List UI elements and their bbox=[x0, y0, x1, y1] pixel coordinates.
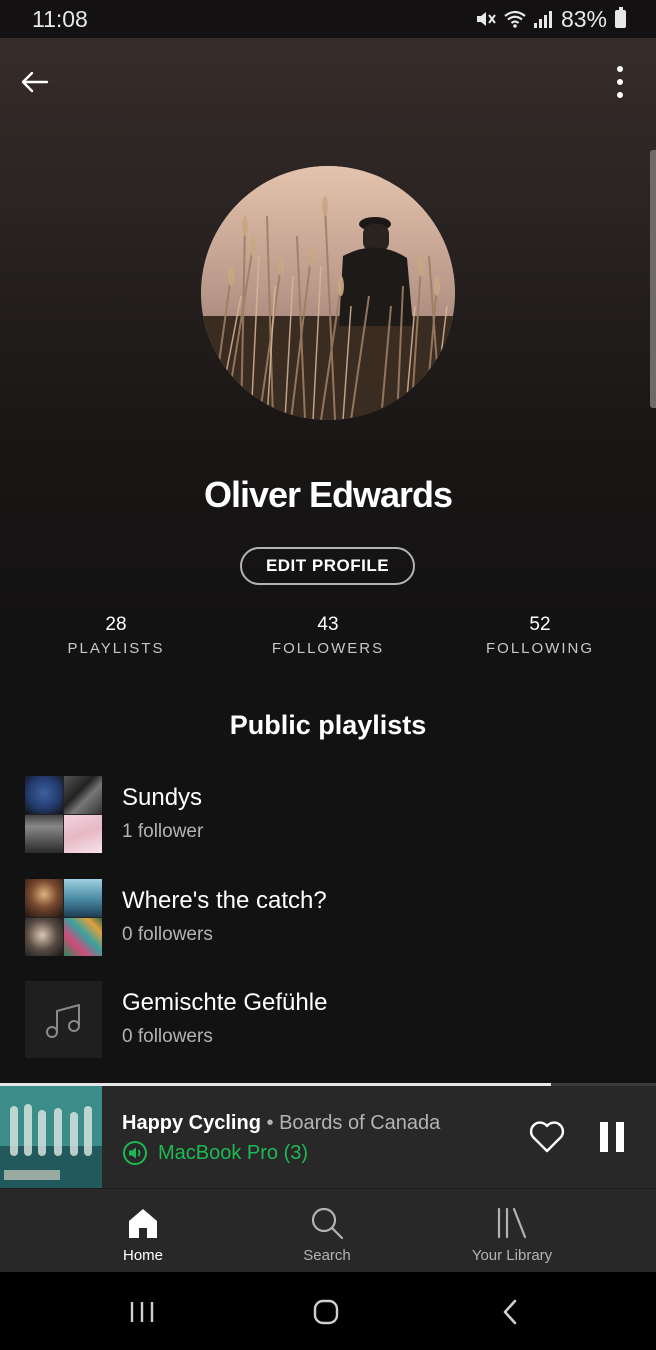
nav-label: Your Library bbox=[471, 1247, 553, 1264]
connected-device[interactable]: MacBook Pro (3) bbox=[122, 1140, 308, 1166]
bottom-nav: Home Search Your Library bbox=[0, 1188, 656, 1273]
avatar-photo bbox=[201, 166, 455, 420]
track-artist: Boards of Canada bbox=[279, 1112, 441, 1134]
profile-name: Oliver Edwards bbox=[203, 474, 453, 515]
stat-label: PLAYLISTS bbox=[67, 640, 165, 657]
heart-icon bbox=[529, 1121, 565, 1153]
stat-playlists[interactable]: 28 PLAYLISTS bbox=[16, 614, 216, 657]
like-button[interactable] bbox=[528, 1118, 566, 1156]
battery-percent: 83% bbox=[560, 5, 607, 32]
search-icon bbox=[307, 1203, 347, 1243]
playlist-cover bbox=[25, 879, 102, 956]
track-separator: • bbox=[266, 1112, 274, 1134]
chevron-left-icon bbox=[503, 1299, 517, 1325]
playlist-followers: 0 followers bbox=[122, 1026, 213, 1047]
playlist-item[interactable]: Sundys 1 follower bbox=[0, 776, 656, 856]
pause-icon bbox=[600, 1122, 608, 1152]
profile-screen: 11:08 83% Oliver Edwards EDIT PROFILE 28… bbox=[0, 0, 656, 1350]
playlist-item[interactable]: Where's the catch? 0 followers bbox=[0, 879, 656, 959]
profile-avatar[interactable] bbox=[201, 166, 455, 420]
top-bar bbox=[0, 50, 656, 114]
playlist-cover bbox=[25, 981, 102, 1058]
wifi-icon bbox=[504, 10, 526, 28]
home-circle-icon bbox=[313, 1299, 339, 1325]
stat-label: FOLLOWERS bbox=[271, 640, 385, 657]
recents-button[interactable] bbox=[122, 1292, 162, 1332]
nav-search[interactable]: Search bbox=[247, 1189, 407, 1273]
battery-icon bbox=[615, 7, 626, 28]
device-name: MacBook Pro (3) bbox=[158, 1141, 309, 1164]
recents-icon bbox=[130, 1302, 154, 1322]
home-system-button[interactable] bbox=[306, 1292, 346, 1332]
status-time: 11:08 bbox=[32, 5, 88, 32]
nav-label: Home bbox=[122, 1247, 163, 1264]
playlist-followers: 0 followers bbox=[122, 924, 213, 945]
now-playing-bar[interactable]: Happy Cycling • Boards of Canada MacBook… bbox=[0, 1086, 656, 1188]
arrow-left-icon bbox=[21, 71, 49, 93]
stat-value: 52 bbox=[529, 614, 551, 635]
scroll-indicator[interactable] bbox=[650, 150, 656, 408]
playlist-name: Gemischte Gefühle bbox=[122, 989, 328, 1016]
mute-icon bbox=[476, 12, 496, 26]
nav-label: Search bbox=[303, 1247, 351, 1264]
playlist-followers: 1 follower bbox=[122, 821, 204, 842]
profile-stats: 28 PLAYLISTS 43 FOLLOWERS 52 FOLLOWING bbox=[0, 614, 656, 664]
playlist-item[interactable]: Gemischte Gefühle 0 followers bbox=[0, 981, 656, 1061]
status-bar: 11:08 83% bbox=[0, 0, 656, 38]
stat-value: 28 bbox=[105, 614, 127, 635]
more-vertical-icon bbox=[617, 66, 623, 98]
track-title: Happy Cycling bbox=[122, 1112, 261, 1134]
pause-icon bbox=[616, 1122, 624, 1152]
back-button[interactable] bbox=[14, 62, 54, 102]
stat-label: FOLLOWING bbox=[485, 640, 594, 657]
playlist-name: Sundys bbox=[122, 784, 203, 811]
playlist-cover bbox=[25, 776, 102, 853]
now-playing-artwork bbox=[0, 1086, 102, 1188]
signal-icon bbox=[533, 11, 552, 28]
speaker-icon bbox=[123, 1141, 147, 1165]
library-icon bbox=[492, 1203, 532, 1243]
pause-button[interactable] bbox=[595, 1118, 629, 1156]
stat-following[interactable]: 52 FOLLOWING bbox=[440, 614, 640, 657]
playlist-name: Where's the catch? bbox=[122, 887, 327, 914]
stat-value: 43 bbox=[317, 614, 339, 635]
music-note-icon bbox=[45, 1003, 80, 1038]
nav-home[interactable]: Home bbox=[63, 1189, 223, 1273]
home-icon bbox=[123, 1203, 163, 1243]
edit-profile-button[interactable]: EDIT PROFILE bbox=[240, 547, 415, 585]
nav-library[interactable]: Your Library bbox=[432, 1189, 592, 1273]
track-info: Happy Cycling • Boards of Canada bbox=[122, 1112, 440, 1135]
more-options-button[interactable] bbox=[600, 62, 640, 102]
album-art bbox=[0, 1086, 102, 1188]
stat-followers[interactable]: 43 FOLLOWERS bbox=[228, 614, 428, 657]
section-title: Public playlists bbox=[229, 710, 427, 740]
system-nav-bar bbox=[0, 1272, 656, 1350]
back-system-button[interactable] bbox=[490, 1292, 530, 1332]
